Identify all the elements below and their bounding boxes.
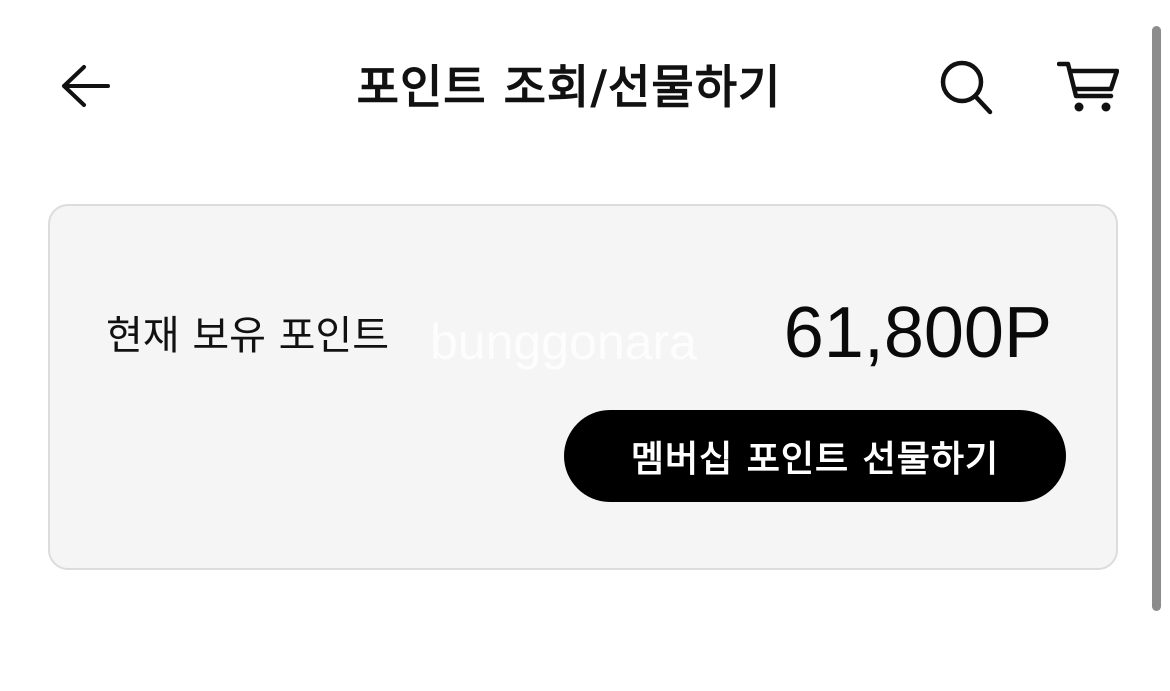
search-icon [940,60,993,115]
search-button[interactable] [932,52,1000,120]
point-card: 현재 보유 포인트 bunggonara 61,800P 멤버십 포인트 선물하… [48,204,1118,570]
cart-icon [1057,61,1119,112]
scrollbar[interactable] [1152,26,1161,611]
screen: 포인트 조회/선물하기 현재 보유 포인트 bunggonara 61,800P… [0,0,1170,691]
top-app-bar: 포인트 조회/선물하기 [0,0,1170,170]
current-points-label: 현재 보유 포인트 [106,313,390,359]
current-points-value: 61,800P [783,293,1052,373]
watermark-logo: bunggonara [430,314,697,370]
cart-button[interactable] [1052,52,1124,120]
gift-points-button[interactable]: 멤버십 포인트 선물하기 [564,410,1066,502]
